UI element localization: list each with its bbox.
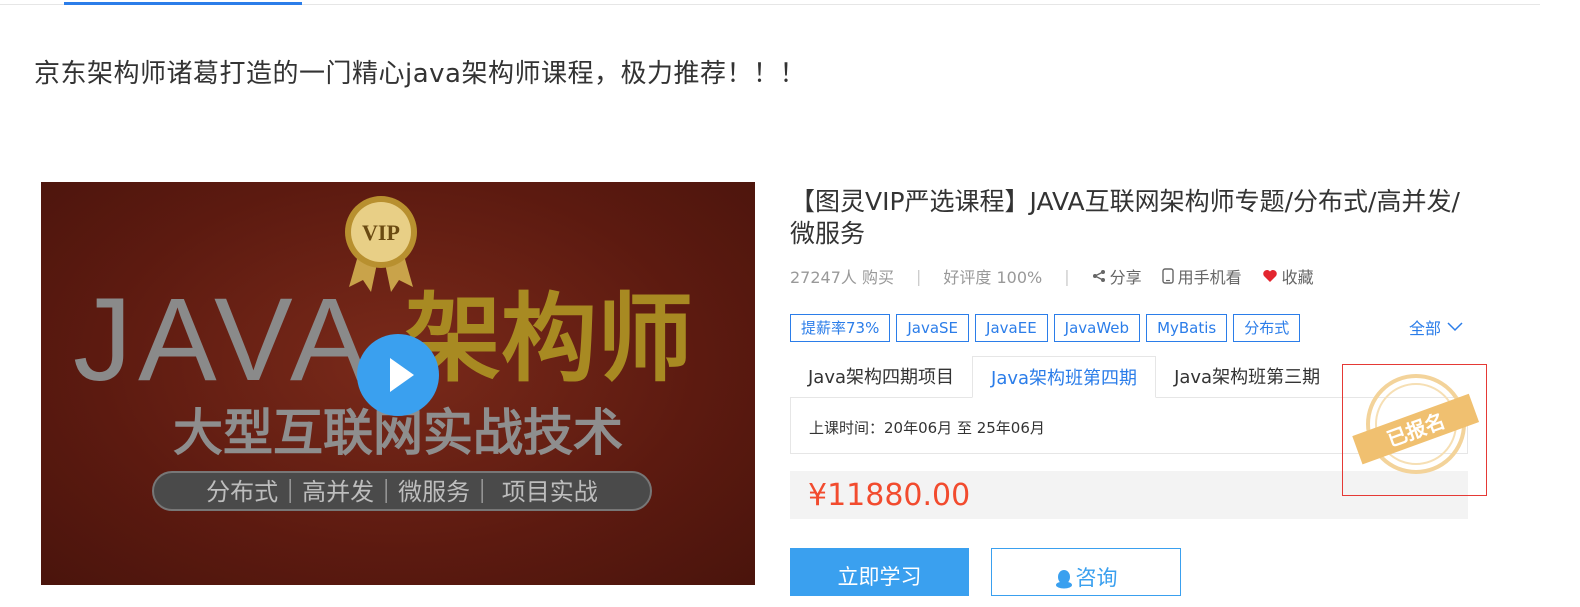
course-meta: 27247人 购买 | 好评度 100% | 分享 用手机看 收藏 <box>790 264 1334 288</box>
tag-item[interactable]: 提薪率73% <box>790 314 891 342</box>
share-button[interactable]: 分享 <box>1092 264 1142 288</box>
schedule-text: 上课时间：20年06月 至 25年06月 <box>809 419 1045 437</box>
favorite-label: 收藏 <box>1281 268 1314 287</box>
tag-item[interactable]: 分布式 <box>1233 314 1301 342</box>
favorite-button[interactable]: 收藏 <box>1262 264 1314 288</box>
cover-title-en: JAVA <box>73 274 375 406</box>
all-label: 全部 <box>1409 319 1442 338</box>
mobile-label: 用手机看 <box>1177 268 1242 287</box>
chevron-down-icon <box>1447 322 1463 332</box>
stamp-highlight-box <box>1342 364 1487 496</box>
share-icon <box>1092 270 1105 282</box>
tag-item[interactable]: MyBatis <box>1146 314 1228 342</box>
share-label: 分享 <box>1109 268 1142 287</box>
meta-separator: | <box>916 266 922 286</box>
price: ¥11880.00 <box>808 478 971 513</box>
svg-text:VIP: VIP <box>362 220 400 245</box>
play-button[interactable] <box>357 334 439 416</box>
rating: 好评度 100% <box>943 268 1043 287</box>
cover-tagline: 分布式｜高并发｜微服务｜ 项目实战 <box>206 478 598 506</box>
course-title: 【图灵VIP严选课程】JAVA互联网架构师专题/分布式/高并发/微服务 <box>790 187 1460 248</box>
tag-item[interactable]: JavaEE <box>975 314 1048 342</box>
course-description: 京东架构师诸葛打造的一门精心java架构师课程，极力推荐！！！ <box>34 59 806 89</box>
class-tabs: Java架构四期项目 Java架构班第四期 Java架构班第三期 <box>790 356 1338 398</box>
learn-now-button[interactable]: 立即学习 <box>790 548 969 596</box>
tab-java-architecture-class-4[interactable]: Java架构班第四期 <box>972 356 1157 398</box>
heart-icon <box>1262 270 1277 282</box>
cover-title-cn: 架构师 <box>405 282 693 395</box>
tag-item[interactable]: JavaWeb <box>1053 314 1141 342</box>
tag-item[interactable]: JavaSE <box>896 314 970 342</box>
active-tab-indicator <box>64 2 302 5</box>
tag-list: 提薪率73% JavaSE JavaEE JavaWeb MyBatis 分布式 <box>790 314 1306 342</box>
tab-java-architecture-class-3[interactable]: Java架构班第三期 <box>1156 356 1338 396</box>
mobile-view-button[interactable]: 用手机看 <box>1161 264 1242 288</box>
tab-java-architecture-project-4[interactable]: Java架构四期项目 <box>790 356 972 396</box>
consult-button[interactable]: 咨询 <box>991 548 1181 596</box>
consult-label: 咨询 <box>1075 566 1118 590</box>
qq-icon <box>1055 570 1072 589</box>
meta-separator: | <box>1064 266 1070 286</box>
show-all-tags-button[interactable]: 全部 <box>1409 315 1463 339</box>
buyer-count: 27247人 购买 <box>790 268 894 287</box>
phone-icon <box>1161 268 1174 284</box>
